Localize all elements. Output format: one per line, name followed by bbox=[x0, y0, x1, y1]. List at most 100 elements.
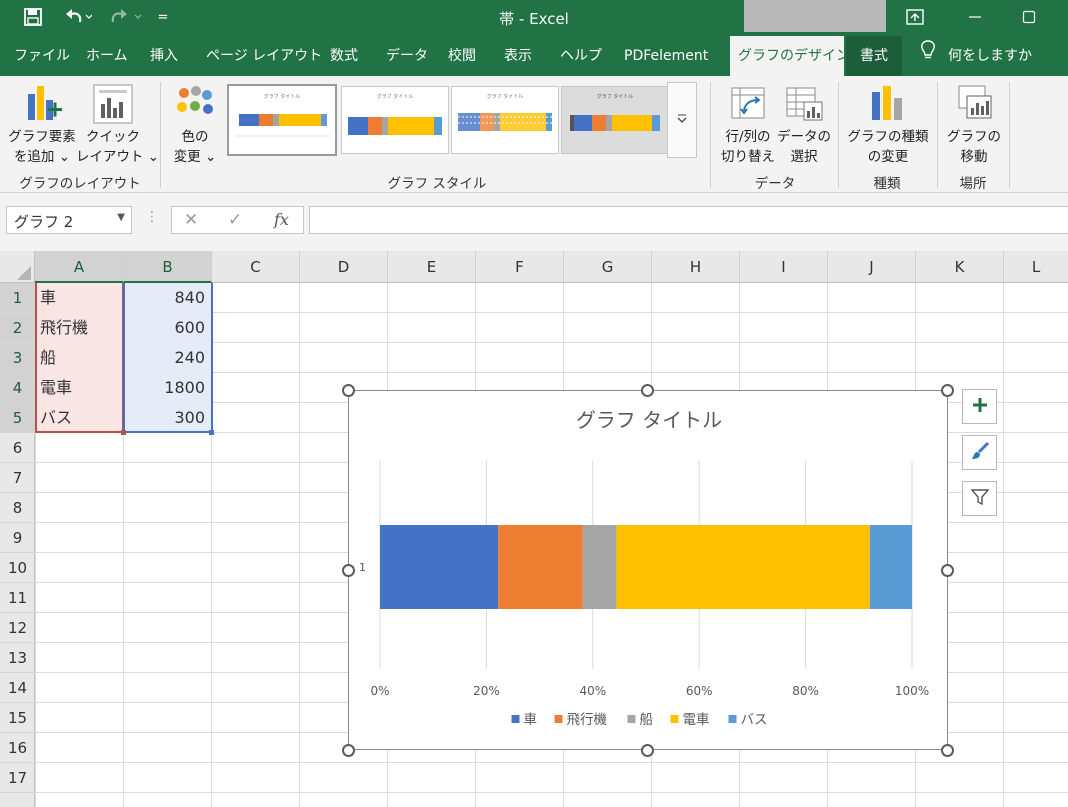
svg-text:グラフ タイトル: グラフ タイトル bbox=[597, 93, 634, 100]
column-header-e[interactable]: E bbox=[388, 251, 476, 283]
stacked-bar-chart[interactable]: グラフ タイトル 0% 20% 40% 60% 80% 100% 1 車 飛行機 船 電車 バス bbox=[349, 391, 949, 751]
column-header-f[interactable]: F bbox=[476, 251, 564, 283]
move-chart-button[interactable]: グラフの 移動 bbox=[942, 82, 1006, 172]
tell-me-search[interactable]: 何をしますか bbox=[916, 36, 1040, 76]
column-header-b[interactable]: B bbox=[124, 251, 212, 283]
column-header-c[interactable]: C bbox=[212, 251, 300, 283]
change-chart-type-button[interactable]: グラフの種類 の変更 bbox=[842, 82, 934, 172]
row-header[interactable]: 1 bbox=[0, 283, 35, 313]
row-header[interactable]: 11 bbox=[0, 583, 35, 613]
chart-style-4[interactable]: グラフ タイトル bbox=[561, 86, 669, 154]
select-all-button[interactable] bbox=[0, 251, 35, 283]
tab-file[interactable]: ファイル bbox=[6, 36, 78, 76]
tab-help[interactable]: ヘルプ bbox=[552, 36, 610, 76]
row-header[interactable]: 2 bbox=[0, 313, 35, 343]
chart-styles-more-button[interactable] bbox=[667, 82, 697, 158]
chart-elements-button[interactable] bbox=[962, 389, 997, 424]
tab-data[interactable]: データ bbox=[378, 36, 436, 76]
bar-segment[interactable] bbox=[582, 525, 617, 609]
add-chart-element-icon bbox=[26, 84, 64, 130]
row-header[interactable]: 13 bbox=[0, 643, 35, 673]
tab-page-layout[interactable]: ページ レイアウト bbox=[198, 36, 330, 76]
column-header-g[interactable]: G bbox=[564, 251, 652, 283]
tab-review[interactable]: 校閲 bbox=[440, 36, 484, 76]
formula-bar: グラフ 2 ▼ ⋮ ✕ ✓ fx bbox=[0, 193, 1068, 251]
resize-handle[interactable] bbox=[342, 384, 355, 397]
column-header-j[interactable]: J bbox=[828, 251, 916, 283]
chevron-down-icon[interactable]: ▼ bbox=[117, 212, 125, 223]
row-header[interactable]: 14 bbox=[0, 673, 35, 703]
legend-label: 車 bbox=[524, 712, 538, 728]
column-header-k[interactable]: K bbox=[916, 251, 1004, 283]
resize-handle[interactable] bbox=[941, 564, 954, 577]
row-header[interactable]: 8 bbox=[0, 493, 35, 523]
row-header[interactable]: 3 bbox=[0, 343, 35, 373]
bar-segment[interactable] bbox=[616, 525, 870, 609]
plus-icon bbox=[972, 397, 988, 417]
row-header[interactable]: 17 bbox=[0, 763, 35, 793]
row-header[interactable]: 6 bbox=[0, 433, 35, 463]
chart-style-1[interactable]: グラフ タイトル bbox=[227, 84, 337, 156]
tab-view[interactable]: 表示 bbox=[496, 36, 540, 76]
column-header-i[interactable]: I bbox=[740, 251, 828, 283]
chart-styles-button[interactable] bbox=[962, 435, 997, 470]
column-header-h[interactable]: H bbox=[652, 251, 740, 283]
row-header[interactable]: 5 bbox=[0, 403, 35, 433]
bar-segment[interactable] bbox=[380, 525, 499, 609]
cancel-icon[interactable]: ✕ bbox=[184, 210, 198, 230]
resize-handle[interactable] bbox=[641, 384, 654, 397]
switch-row-column-icon bbox=[730, 86, 766, 126]
ribbon-display-options-icon[interactable] bbox=[900, 4, 930, 30]
chevron-down-icon bbox=[676, 111, 688, 127]
group-separator bbox=[710, 82, 711, 188]
enter-icon[interactable]: ✓ bbox=[228, 210, 242, 230]
insert-function-icon[interactable]: fx bbox=[274, 210, 289, 229]
row-header[interactable]: 16 bbox=[0, 733, 35, 763]
row-header[interactable]: 15 bbox=[0, 703, 35, 733]
column-header-a[interactable]: A bbox=[35, 251, 124, 283]
maximize-icon[interactable] bbox=[1014, 4, 1044, 30]
formula-input[interactable] bbox=[309, 206, 1068, 234]
chart-style-2[interactable]: グラフ タイトル bbox=[341, 86, 449, 154]
bar-segment[interactable] bbox=[869, 525, 912, 609]
range-resize-handle[interactable] bbox=[121, 430, 126, 435]
resize-handle[interactable] bbox=[941, 744, 954, 757]
name-box[interactable]: グラフ 2 ▼ bbox=[6, 206, 132, 234]
formula-buttons: ✕ ✓ fx bbox=[171, 206, 304, 234]
column-header-d[interactable]: D bbox=[300, 251, 388, 283]
bar-segment[interactable] bbox=[498, 525, 583, 609]
range-resize-handle[interactable] bbox=[209, 430, 214, 435]
tab-pdfelement[interactable]: PDFelement bbox=[616, 36, 716, 76]
tab-chart-design[interactable]: グラフのデザイン bbox=[730, 36, 850, 76]
group-label-styles: グラフ スタイル bbox=[387, 176, 487, 192]
chart-area[interactable]: グラフ タイトル 0% 20% 40% 60% 80% 100% 1 車 飛行機 船 電車 バス bbox=[348, 390, 948, 750]
row-header[interactable]: 7 bbox=[0, 463, 35, 493]
select-data-button[interactable]: データの 選択 bbox=[776, 82, 832, 172]
resize-handle[interactable] bbox=[941, 384, 954, 397]
group-separator bbox=[1009, 82, 1010, 188]
quick-layout-button[interactable]: クイック レイアウト ⌄ bbox=[76, 82, 159, 172]
resize-handle[interactable] bbox=[342, 744, 355, 757]
resize-handle[interactable] bbox=[342, 564, 355, 577]
chart-title[interactable]: グラフ タイトル bbox=[576, 408, 722, 432]
group-label-location: 場所 bbox=[959, 176, 987, 192]
x-tick-label: 100% bbox=[895, 684, 929, 698]
tab-home[interactable]: ホーム bbox=[78, 36, 136, 76]
formula-bar-resize-handle[interactable]: ⋮ bbox=[145, 209, 159, 225]
change-colors-button[interactable]: 色の 変更 ⌄ bbox=[166, 82, 224, 172]
switch-row-column-button[interactable]: 行/列の 切り替え bbox=[718, 82, 778, 172]
row-header[interactable]: 4 bbox=[0, 373, 35, 403]
resize-handle[interactable] bbox=[641, 744, 654, 757]
tab-formulas[interactable]: 数式 bbox=[322, 36, 366, 76]
chart-style-3[interactable]: グラフ タイトル bbox=[451, 86, 559, 154]
add-chart-element-button[interactable]: グラフ要素 を追加 ⌄ bbox=[4, 82, 80, 172]
row-header[interactable]: 10 bbox=[0, 553, 35, 583]
row-header[interactable]: 12 bbox=[0, 613, 35, 643]
minimize-icon[interactable] bbox=[960, 4, 990, 30]
column-header-l[interactable]: L bbox=[1004, 251, 1068, 283]
chart-filters-button[interactable] bbox=[962, 481, 997, 516]
row-header[interactable]: 9 bbox=[0, 523, 35, 553]
account-area[interactable] bbox=[744, 0, 886, 32]
tab-format[interactable]: 書式 bbox=[846, 36, 902, 76]
tab-insert[interactable]: 挿入 bbox=[142, 36, 186, 76]
